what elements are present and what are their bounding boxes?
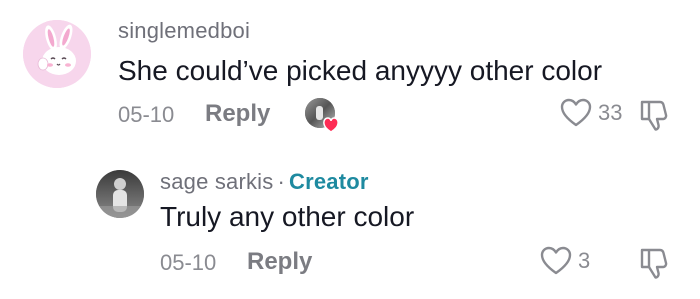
reply-button[interactable]: Reply [247, 248, 312, 276]
reply-button[interactable]: Reply [205, 100, 270, 128]
heart-outline-icon [560, 98, 592, 127]
photo-avatar-icon [96, 170, 144, 218]
like-button[interactable]: 33 [560, 98, 622, 128]
comment-date: 05-10 [118, 102, 175, 127]
dislike-button[interactable] [638, 98, 670, 137]
like-count: 33 [598, 100, 623, 125]
creator-liked-icon [305, 98, 339, 133]
reply-date: 05-10 [160, 250, 217, 275]
comment-item: singlemedboi She could’ve picked anyyyy … [0, 0, 700, 150]
like-count: 3 [578, 248, 591, 273]
creator-liked-badge [303, 96, 341, 134]
like-button[interactable]: 3 [540, 246, 590, 276]
thumbs-down-icon [640, 100, 668, 131]
reply-text: Truly any other color [160, 201, 415, 232]
reply-username[interactable]: sage sarkis [160, 169, 273, 194]
comment-username[interactable]: singlemedboi [118, 18, 250, 44]
thumbs-down-icon [640, 248, 668, 279]
avatar[interactable] [96, 170, 144, 218]
reply-item: sage sarkis · Creator Truly any other colo… [0, 150, 700, 299]
creator-badge: Creator [289, 169, 369, 194]
heart-outline-icon [540, 246, 572, 275]
comment-text: She could’ve picked anyyyy other color [118, 55, 603, 86]
reply-username-line: sage sarkis · Creator [160, 169, 369, 195]
bunny-avatar-icon [23, 20, 91, 88]
separator-dot: · [277, 169, 285, 194]
avatar[interactable] [23, 20, 91, 88]
dislike-button[interactable] [638, 246, 670, 285]
